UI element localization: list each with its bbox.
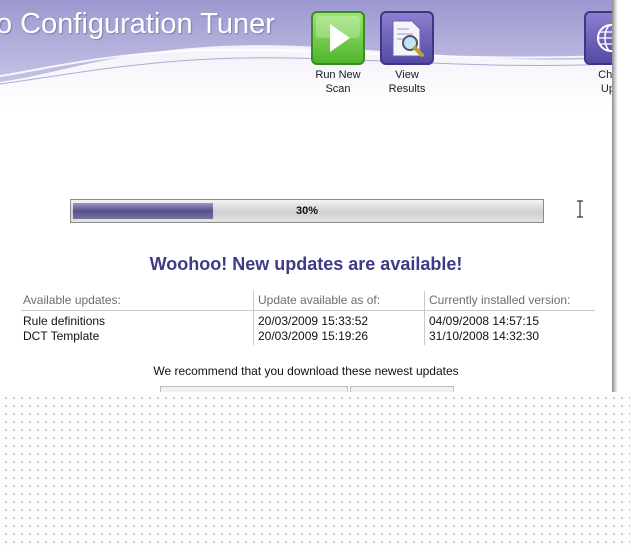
update-name: DCT Template xyxy=(23,329,100,343)
header-installed-version: Currently installed version: xyxy=(429,293,571,307)
update-available-date: 20/03/2009 15:19:26 xyxy=(258,329,369,343)
installed-version-date: 04/09/2008 14:57:15 xyxy=(429,314,540,328)
updates-table: Available updates: Update available as o… xyxy=(21,291,595,345)
update-progress-bar: 30% xyxy=(70,199,544,223)
updates-available-headline: Woohoo! New updates are available! xyxy=(149,254,463,274)
run-new-scan-button[interactable]: Run New Scan xyxy=(307,11,369,96)
table-header: Available updates: Update available as o… xyxy=(21,291,595,311)
progress-percent: 30% xyxy=(295,205,319,217)
header-update-date: Update available as of: xyxy=(258,293,381,307)
update-name: Rule definitions xyxy=(23,314,106,328)
header-available-updates: Available updates: xyxy=(23,293,121,307)
play-icon xyxy=(311,11,365,65)
download-button[interactable] xyxy=(160,386,348,392)
desktop-background xyxy=(0,392,630,546)
app-window: o Configuration Tuner Run New Scan View … xyxy=(0,0,612,392)
view-results-label: View Results xyxy=(388,69,426,95)
magnifier-document-icon xyxy=(380,11,434,65)
table-row: DCT Template 20/03/2009 15:19:26 31/10/2… xyxy=(21,329,595,344)
run-new-scan-label: Run New Scan xyxy=(315,69,361,95)
update-available-date: 20/03/2009 15:33:52 xyxy=(258,314,369,328)
app-header: o Configuration Tuner Run New Scan View … xyxy=(0,0,612,110)
check-updates-label: Chec Upd xyxy=(598,69,612,95)
text-cursor-icon xyxy=(577,200,583,218)
recommendation-text: We recommend that you download these new… xyxy=(153,364,459,378)
view-results-button[interactable]: View Results xyxy=(376,11,438,96)
table-row: Rule definitions 20/03/2009 15:33:52 04/… xyxy=(21,314,595,329)
app-title: o Configuration Tuner xyxy=(0,8,275,40)
globe-icon xyxy=(584,11,612,65)
window-shadow xyxy=(612,0,618,392)
later-button[interactable] xyxy=(350,386,454,392)
check-updates-button[interactable]: Chec Upd xyxy=(580,11,612,96)
installed-version-date: 31/10/2008 14:32:30 xyxy=(429,329,540,343)
